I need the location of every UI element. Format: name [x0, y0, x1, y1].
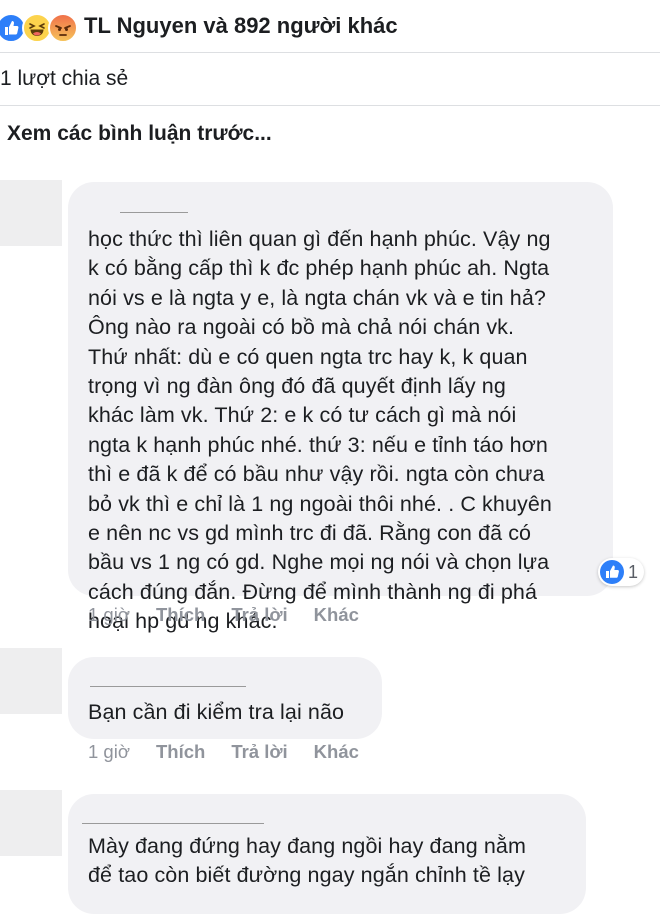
- comment-text: Bạn cần đi kiểm tra lại não: [88, 700, 345, 724]
- avatar[interactable]: [0, 648, 62, 714]
- more-button[interactable]: Khác: [314, 604, 359, 626]
- name-underline: [90, 686, 246, 687]
- commenter-name-redacted[interactable]: [88, 665, 248, 681]
- comment-text: Mày đang đứng hay đang ngồi hay đang nằm…: [88, 834, 526, 888]
- angry-icon: [48, 13, 78, 43]
- reply-button[interactable]: Trả lời: [231, 741, 287, 763]
- more-button[interactable]: Khác: [314, 741, 359, 763]
- like-button[interactable]: Thích: [156, 604, 205, 626]
- shares-count[interactable]: 1 lượt chia sẻ: [0, 67, 128, 91]
- reply-button[interactable]: Trả lời: [231, 604, 287, 626]
- shares-row[interactable]: 1 lượt chia sẻ: [0, 53, 660, 106]
- avatar[interactable]: [0, 790, 62, 856]
- comment-text: học thức thì liên quan gì đến hạnh phúc.…: [88, 227, 552, 634]
- view-previous-comments-link[interactable]: Xem các bình luận trước...: [7, 122, 272, 146]
- like-count-badge[interactable]: 1: [598, 558, 645, 586]
- avatar[interactable]: [0, 180, 62, 246]
- like-count: 1: [628, 561, 639, 582]
- reaction-icons: [0, 11, 84, 43]
- reactions-text[interactable]: TL Nguyen và 892 người khác: [84, 13, 398, 39]
- comment-actions: 1 giờ Thích Trả lời Khác: [88, 741, 359, 763]
- like-button[interactable]: Thích: [156, 741, 205, 763]
- like-icon: [600, 560, 624, 584]
- commenter-name-redacted[interactable]: [88, 192, 190, 208]
- name-underline: [82, 823, 264, 824]
- comment-time[interactable]: 1 giờ: [88, 604, 130, 626]
- commenter-name-redacted[interactable]: [82, 803, 266, 819]
- name-underline: [120, 212, 188, 213]
- reactions-summary[interactable]: TL Nguyen và 892 người khác: [0, 0, 660, 53]
- comment-actions: 1 giờ Thích Trả lời Khác: [88, 604, 359, 626]
- comment-time[interactable]: 1 giờ: [88, 741, 130, 763]
